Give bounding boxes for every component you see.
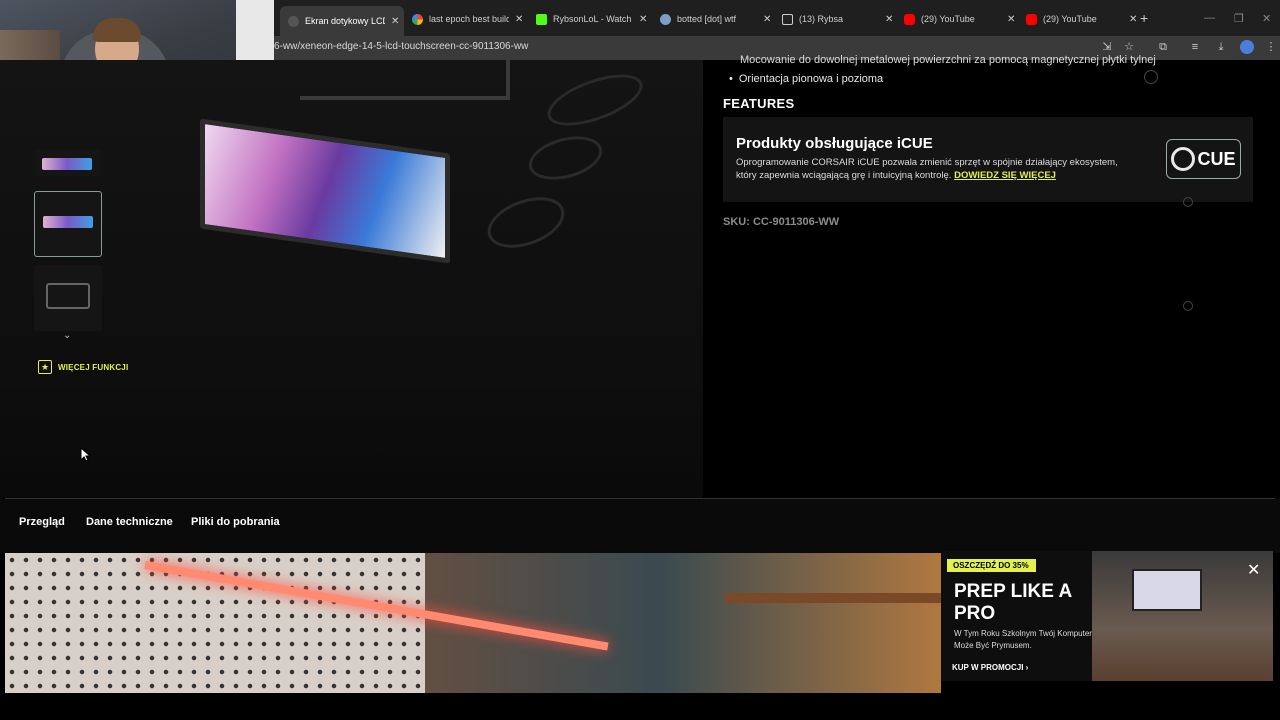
- tab-google[interactable]: last epoch best build ✕: [404, 8, 528, 30]
- page-bottom: [0, 693, 1280, 720]
- loading-ring-icon: [1144, 70, 1158, 84]
- menu-dots-icon[interactable]: ⋮: [1264, 40, 1278, 54]
- mouse-cursor-icon: [80, 447, 90, 462]
- promo-badge: OSZCZĘDŹ DO 35%: [947, 559, 1036, 572]
- promo-popup[interactable]: OSZCZĘDŹ DO 35% PREP LIKE A PRO W Tym Ro…: [941, 551, 1273, 681]
- loading-ring-icon: [1183, 197, 1193, 207]
- close-window-icon[interactable]: ✕: [1262, 12, 1271, 25]
- site-icon: [660, 13, 671, 25]
- gallery-thumb-selected[interactable]: [34, 191, 102, 257]
- google-icon: [412, 13, 423, 25]
- download-icon[interactable]: ⤓: [1214, 40, 1228, 54]
- tab-x[interactable]: (13) Rybsa ✕: [774, 8, 898, 30]
- more-features-button[interactable]: ★ WIĘCEJ FUNKCJI: [38, 360, 128, 374]
- cable-image: [541, 64, 649, 136]
- youtube-icon: [904, 13, 915, 25]
- cable-image: [480, 187, 572, 258]
- url-text[interactable]: 6-ww/xeneon-edge-14-5-lcd-touchscreen-cc…: [274, 41, 528, 52]
- product-gallery: ⌄ ★ WIĘCEJ FUNKCJI: [0, 60, 703, 498]
- product-screen-image: [200, 118, 450, 264]
- star-icon: ★: [38, 360, 52, 374]
- gallery-thumb[interactable]: [34, 265, 102, 331]
- promo-image: [1092, 551, 1273, 681]
- cable-image: [524, 128, 607, 188]
- icue-card: Produkty obsługujące iCUE Oprogramowanie…: [723, 117, 1253, 202]
- product-page: ⌄ ★ WIĘCEJ FUNKCJI Mocowanie do dowolnej…: [0, 54, 1280, 720]
- close-icon[interactable]: ✕: [885, 14, 893, 25]
- chevron-down-icon[interactable]: ⌄: [63, 330, 71, 341]
- close-icon[interactable]: ✕: [391, 16, 399, 27]
- product-info: Mocowanie do dowolnej metalowej powierzc…: [703, 54, 1280, 498]
- tab-corsair[interactable]: Ekran dotykowy LCD ✕: [280, 6, 404, 36]
- youtube-icon: [1026, 13, 1037, 25]
- gallery-thumb-partial[interactable]: [34, 150, 102, 176]
- x-icon: [782, 13, 793, 25]
- restore-icon[interactable]: ❐: [1234, 12, 1244, 25]
- icue-logo: CUE: [1166, 139, 1241, 179]
- features-heading: FEATURES: [723, 96, 795, 111]
- tab-downloads[interactable]: Pliki do pobrania: [191, 516, 280, 528]
- icue-logo-icon: [1171, 147, 1196, 171]
- icue-description: Oprogramowanie CORSAIR iCUE pozwala zmie…: [736, 157, 1118, 181]
- webcam-person-hair: [93, 18, 141, 42]
- close-icon[interactable]: ✕: [515, 14, 523, 25]
- product-stand-image: [300, 60, 510, 100]
- loading-ring-icon: [1183, 301, 1193, 311]
- promo-monitor-image: [1132, 569, 1202, 611]
- shelf-image: [725, 593, 941, 603]
- thumb-image: [43, 216, 93, 228]
- tab-botted[interactable]: botted [dot] wtf ✕: [652, 8, 776, 30]
- media-icon[interactable]: ≡: [1188, 40, 1202, 54]
- close-icon[interactable]: ✕: [1007, 14, 1015, 25]
- sku-label: SKU: CC-9011306-WW: [723, 216, 840, 228]
- learn-more-link[interactable]: DOWIEDZ SIĘ WIĘCEJ: [954, 170, 1056, 181]
- promo-title: PREP LIKE A PRO: [954, 581, 1072, 624]
- kick-icon: [536, 13, 547, 25]
- close-icon[interactable]: ✕: [639, 14, 647, 25]
- thumb-image: [46, 283, 90, 309]
- close-icon[interactable]: ✕: [763, 14, 771, 25]
- promo-cta-button[interactable]: KUP W PROMOCJI ›: [952, 663, 1028, 672]
- promo-subtitle: W Tym Roku Szkolnym Twój Komputer Może B…: [954, 629, 1092, 650]
- browser-tab-bar: Ekran dotykowy LCD ✕ last epoch best bui…: [274, 0, 1280, 36]
- tab-overview[interactable]: Przegląd: [19, 516, 65, 528]
- new-tab-icon[interactable]: +: [1140, 10, 1148, 26]
- close-icon[interactable]: ✕: [1129, 14, 1137, 25]
- tab-youtube-1[interactable]: (29) YouTube ✕: [896, 8, 1020, 30]
- bookmark-star-icon[interactable]: ☆: [1122, 40, 1136, 54]
- tab-youtube-2[interactable]: (29) YouTube ✕: [1018, 8, 1142, 30]
- install-icon[interactable]: ⇲: [1100, 40, 1114, 54]
- section-tabs: Przegląd Dane techniczne Pliki do pobran…: [0, 499, 1280, 553]
- close-icon[interactable]: ✕: [1247, 560, 1260, 580]
- minimize-icon[interactable]: —: [1204, 12, 1215, 24]
- feature-bullet-cut: Mocowanie do dowolnej metalowej powierzc…: [740, 54, 1156, 66]
- feature-bullet: Orientacja pionowa i pozioma: [729, 73, 883, 85]
- icue-title: Produkty obsługujące iCUE: [736, 135, 933, 152]
- thumb-image: [42, 158, 92, 170]
- corsair-sail-icon: [288, 15, 299, 27]
- profile-avatar[interactable]: [1240, 40, 1254, 54]
- hero-image: [5, 553, 941, 693]
- extensions-icon[interactable]: ⧉: [1156, 40, 1170, 54]
- tab-kick[interactable]: RybsonLoL - Watch c ✕: [528, 8, 652, 30]
- tab-specs[interactable]: Dane techniczne: [86, 516, 173, 528]
